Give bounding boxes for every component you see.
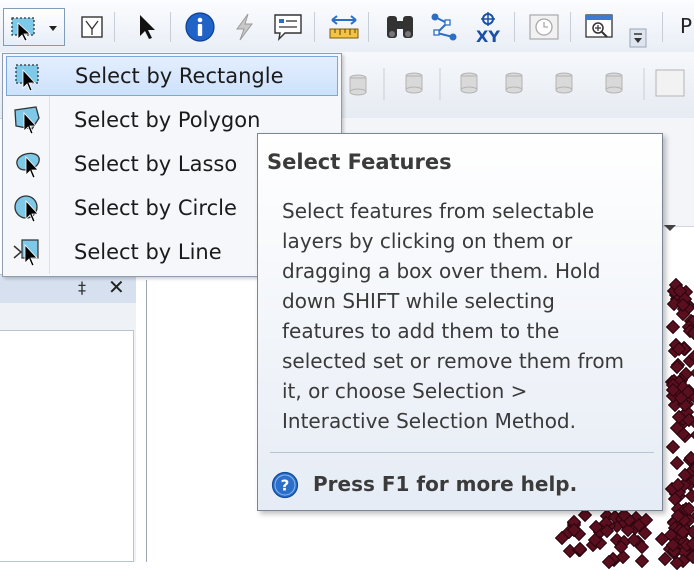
identify-button[interactable] [182, 9, 218, 45]
select-elements-button[interactable] [74, 9, 110, 45]
create-viewer-window-icon [585, 14, 613, 38]
svg-text:?: ? [281, 477, 290, 495]
editor-tools-icons [349, 68, 685, 100]
select-elements-icon [81, 16, 103, 38]
select-line-icon [13, 239, 39, 267]
find-icon [387, 16, 413, 38]
time-slider-button[interactable] [526, 9, 562, 45]
menu-item-label: Select by Lasso [74, 152, 238, 176]
menu-item-label: Select by Line [74, 240, 222, 264]
xy-label: XY [476, 27, 500, 46]
toolbar-separator [570, 12, 571, 42]
map-point-feature [665, 440, 680, 455]
map-point-feature [690, 427, 694, 442]
time-slider-icon [529, 14, 559, 40]
hyperlink-icon [236, 13, 253, 41]
help-icon: ? [271, 471, 299, 499]
select-features-button[interactable] [3, 8, 65, 46]
select-lasso-icon [16, 152, 40, 179]
hyperlink-button[interactable] [226, 9, 262, 45]
toolbar-partial-label: P [680, 14, 693, 38]
select-rectangle-icon [15, 64, 39, 92]
tooltip-title: Select Features [267, 150, 452, 174]
tooltip-description: Select features from selectable layers b… [282, 199, 625, 433]
menu-item-label: Select by Circle [74, 196, 237, 220]
toolbar-options-icon[interactable] [628, 28, 648, 48]
find-button[interactable] [382, 9, 418, 45]
map-point-feature [689, 365, 694, 380]
chevron-down-icon[interactable] [660, 218, 680, 238]
identify-icon [185, 12, 215, 42]
html-popup-button[interactable] [270, 9, 306, 45]
standard-toolbar: XY P [0, 0, 694, 53]
select-pointer-button[interactable] [128, 9, 164, 45]
select-polygon-icon [14, 106, 40, 135]
map-point-feature [634, 554, 650, 569]
toolbar-separator [514, 12, 515, 42]
toolbar-separator [114, 12, 115, 42]
pin-icon[interactable]: ‡ [78, 278, 86, 297]
panel-content [0, 330, 134, 562]
toolbar-separator [314, 12, 315, 42]
toolbar-separator [662, 12, 663, 42]
map-point-feature [669, 455, 684, 470]
html-popup-icon [274, 14, 302, 42]
select-circle-icon [14, 195, 39, 223]
measure-icon [329, 15, 359, 39]
find-route-icon [431, 13, 457, 41]
find-route-button[interactable] [426, 9, 462, 45]
select-features-tooltip: Select Features Select features from sel… [257, 133, 663, 511]
go-to-xy-button[interactable]: XY [470, 9, 506, 46]
close-icon[interactable]: ✕ [108, 275, 125, 299]
measure-button[interactable] [326, 9, 362, 45]
chevron-down-icon[interactable] [48, 25, 58, 33]
map-point-feature [665, 319, 680, 334]
menu-item-select-by-rectangle[interactable]: Select by Rectangle [6, 56, 338, 96]
tooltip-divider [270, 452, 654, 453]
toolbar-separator [170, 12, 171, 42]
menu-item-label: Select by Rectangle [75, 64, 284, 88]
toolbar-separator [368, 12, 369, 42]
select-pointer-icon [140, 15, 155, 39]
tooltip-help-text: Press F1 for more help. [313, 472, 578, 496]
create-viewer-window-button[interactable] [582, 9, 618, 45]
menu-item-label: Select by Polygon [74, 108, 261, 132]
select-by-rectangle-icon [11, 17, 35, 42]
